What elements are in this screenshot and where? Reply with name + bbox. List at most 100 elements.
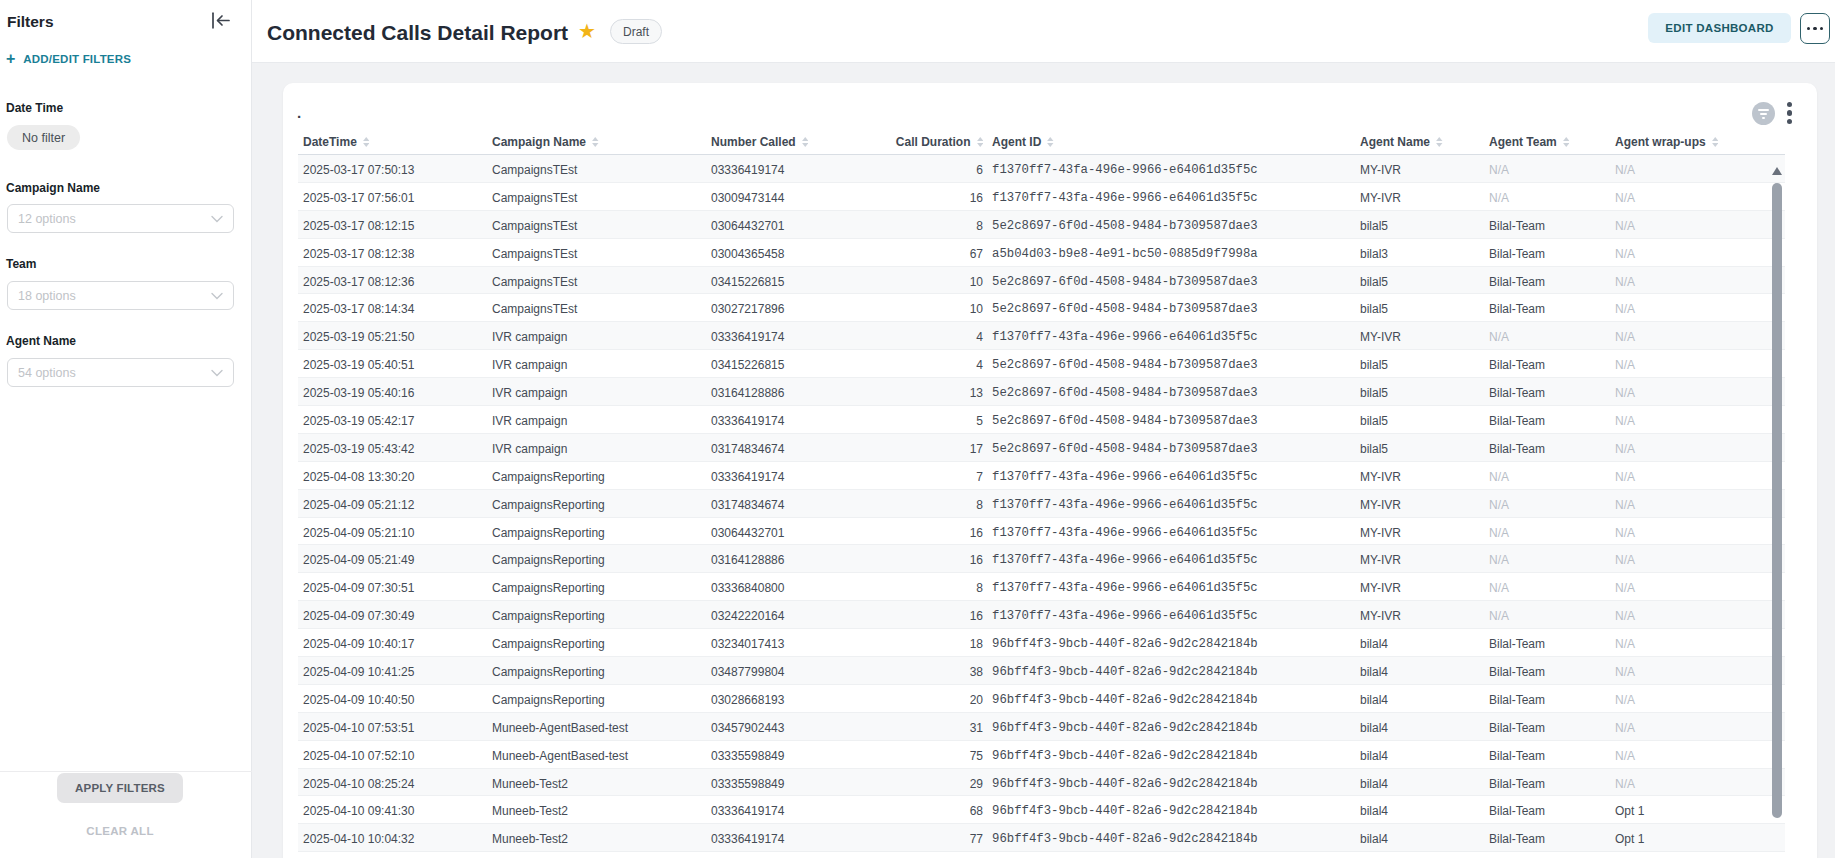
agent-name-select[interactable]: 54 options bbox=[7, 358, 234, 387]
cell: N/A bbox=[1610, 518, 1785, 545]
cell: N/A bbox=[1610, 239, 1785, 266]
column-header-datetime[interactable]: DateTime bbox=[298, 130, 487, 154]
table-scrollbar-thumb[interactable] bbox=[1772, 183, 1782, 818]
cell: 2025-03-19 05:43:42 bbox=[298, 434, 487, 461]
cell: 5e2c8697-6f0d-4508-9484-b7309587dae3 bbox=[987, 211, 1355, 238]
status-badge: Draft bbox=[610, 19, 662, 44]
apply-filters-button[interactable]: APPLY FILTERS bbox=[57, 773, 183, 803]
column-header-agent-name[interactable]: Agent Name bbox=[1355, 130, 1484, 154]
cell: Bilal-Team bbox=[1484, 713, 1610, 740]
scrollbar-up-arrow[interactable] bbox=[1772, 167, 1782, 175]
cell: 10 bbox=[859, 267, 987, 294]
cell: 5e2c8697-6f0d-4508-9484-b7309587dae3 bbox=[987, 434, 1355, 461]
cell: 2025-04-09 05:21:12 bbox=[298, 490, 487, 517]
cell: CampaignsReporting bbox=[487, 518, 706, 545]
cell: Bilal-Team bbox=[1484, 741, 1610, 768]
cell: Bilal-Team bbox=[1484, 350, 1610, 377]
cell: Bilal-Team bbox=[1484, 294, 1610, 321]
team-select[interactable]: 18 options bbox=[7, 281, 234, 310]
page-header: Connected Calls Detail Report ★ Draft ED… bbox=[252, 0, 1835, 63]
collapse-sidebar-icon[interactable] bbox=[211, 12, 231, 29]
table-row: 2025-03-19 05:42:17IVR campaign033364191… bbox=[298, 406, 1785, 434]
cell: 03336840800 bbox=[706, 573, 859, 600]
date-time-filter-chip[interactable]: No filter bbox=[7, 125, 80, 150]
widget-kebab-menu-icon[interactable] bbox=[1787, 102, 1793, 124]
cell: 10 bbox=[859, 294, 987, 321]
cell: 7 bbox=[859, 462, 987, 489]
table-row: 2025-04-09 10:40:50CampaignsReporting030… bbox=[298, 685, 1785, 713]
cell: 29 bbox=[859, 769, 987, 796]
star-icon[interactable]: ★ bbox=[578, 19, 596, 43]
cell: MY-IVR bbox=[1355, 322, 1484, 349]
cell: bilal4 bbox=[1355, 629, 1484, 656]
plus-icon: + bbox=[6, 52, 15, 66]
cell: N/A bbox=[1610, 294, 1785, 321]
table-row: 2025-03-17 08:12:36CampaignsTEst03415226… bbox=[298, 267, 1785, 295]
widget-filter-icon[interactable] bbox=[1752, 102, 1775, 125]
cell: 96bff4f3-9bcb-440f-82a6-9d2c2842184b bbox=[987, 657, 1355, 684]
table-row: 2025-04-09 07:30:51CampaignsReporting033… bbox=[298, 573, 1785, 601]
column-header-call-duration[interactable]: Call Duration bbox=[859, 130, 987, 154]
more-options-button[interactable] bbox=[1800, 13, 1830, 44]
cell: bilal5 bbox=[1355, 434, 1484, 461]
cell: 5e2c8697-6f0d-4508-9484-b7309587dae3 bbox=[987, 406, 1355, 433]
cell: 96bff4f3-9bcb-440f-82a6-9d2c2842184b bbox=[987, 713, 1355, 740]
cell: N/A bbox=[1484, 183, 1610, 210]
table-row: 2025-04-09 05:21:10CampaignsReporting030… bbox=[298, 518, 1785, 546]
cell: N/A bbox=[1610, 769, 1785, 796]
cell: 2025-04-09 07:30:51 bbox=[298, 573, 487, 600]
cell: N/A bbox=[1484, 601, 1610, 628]
sort-icon bbox=[1563, 137, 1570, 147]
clear-all-button[interactable]: CLEAR ALL bbox=[0, 825, 240, 837]
cell: 2025-03-17 08:12:36 bbox=[298, 267, 487, 294]
cell: Bilal-Team bbox=[1484, 796, 1610, 823]
cell: N/A bbox=[1610, 322, 1785, 349]
cell: MY-IVR bbox=[1355, 518, 1484, 545]
cell: CampaignsTEst bbox=[487, 294, 706, 321]
widget-title: . bbox=[297, 105, 301, 120]
cell: 2025-04-09 05:21:10 bbox=[298, 518, 487, 545]
add-edit-filters-button[interactable]: + ADD/EDIT FILTERS bbox=[6, 52, 131, 66]
cell: 03174834674 bbox=[706, 490, 859, 517]
cell: f1370ff7-43fa-496e-9966-e64061d35f5c bbox=[987, 545, 1355, 572]
cell: bilal4 bbox=[1355, 769, 1484, 796]
cell: 03415226815 bbox=[706, 350, 859, 377]
cell: N/A bbox=[1610, 267, 1785, 294]
cell: 8 bbox=[859, 490, 987, 517]
table-row: 2025-04-09 07:30:49CampaignsReporting032… bbox=[298, 601, 1785, 629]
cell: 2025-04-09 05:21:49 bbox=[298, 545, 487, 572]
column-header-number-called[interactable]: Number Called bbox=[706, 130, 859, 154]
cell: IVR campaign bbox=[487, 350, 706, 377]
cell: IVR campaign bbox=[487, 406, 706, 433]
table-row: 2025-03-19 05:40:51IVR campaign034152268… bbox=[298, 350, 1785, 378]
campaign-name-select[interactable]: 12 options bbox=[7, 204, 234, 233]
cell: 03164128886 bbox=[706, 545, 859, 572]
column-header-agent-team[interactable]: Agent Team bbox=[1484, 130, 1610, 154]
cell: Bilal-Team bbox=[1484, 434, 1610, 461]
cell: CampaignsTEst bbox=[487, 183, 706, 210]
cell: N/A bbox=[1610, 573, 1785, 600]
column-header-agent-id[interactable]: Agent ID bbox=[987, 130, 1355, 154]
cell: bilal4 bbox=[1355, 713, 1484, 740]
cell: 16 bbox=[859, 183, 987, 210]
cell: f1370ff7-43fa-496e-9966-e64061d35f5c bbox=[987, 322, 1355, 349]
table-row: 2025-04-10 07:53:51Muneeb-AgentBased-tes… bbox=[298, 713, 1785, 741]
cell: bilal5 bbox=[1355, 267, 1484, 294]
edit-dashboard-button[interactable]: EDIT DASHBOARD bbox=[1648, 13, 1791, 43]
cell: N/A bbox=[1484, 462, 1610, 489]
cell: Muneeb-Test2 bbox=[487, 769, 706, 796]
cell: N/A bbox=[1610, 545, 1785, 572]
table-row: 2025-03-19 05:43:42IVR campaign031748346… bbox=[298, 434, 1785, 462]
cell: 4 bbox=[859, 350, 987, 377]
table-row: 2025-04-09 10:40:17CampaignsReporting032… bbox=[298, 629, 1785, 657]
table-row: 2025-03-17 07:50:13CampaignsTEst03336419… bbox=[298, 155, 1785, 183]
cell: N/A bbox=[1610, 350, 1785, 377]
cell: 67 bbox=[859, 239, 987, 266]
cell: 96bff4f3-9bcb-440f-82a6-9d2c2842184b bbox=[987, 769, 1355, 796]
cell: 03004365458 bbox=[706, 239, 859, 266]
table-row: 2025-04-10 08:25:24Muneeb-Test2033355988… bbox=[298, 769, 1785, 797]
cell: Bilal-Team bbox=[1484, 824, 1610, 851]
column-header-agent-wrap-ups[interactable]: Agent wrap-ups bbox=[1610, 130, 1785, 154]
column-header-campaign-name[interactable]: Campaign Name bbox=[487, 130, 706, 154]
report-widget-card: . DateTimeCampaign NameNumber CalledCall… bbox=[283, 83, 1817, 858]
